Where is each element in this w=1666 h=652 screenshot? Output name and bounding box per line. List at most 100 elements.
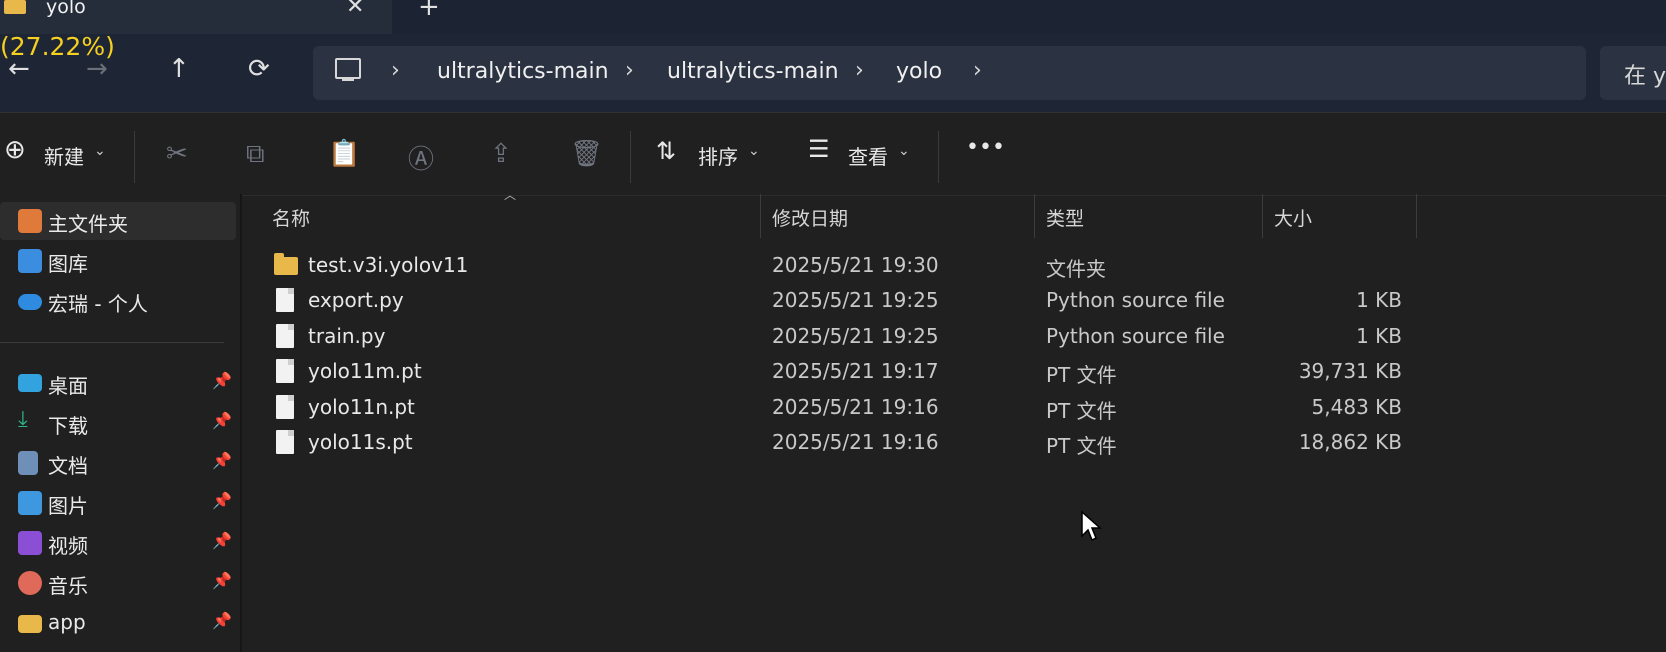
sidebar-item-desktop[interactable]: 桌面 📌 — [0, 364, 236, 402]
command-bar: ⊕ 新建 ⌄ ✂ ⧉ 📋 Ⓐ ⇪ 🗑 ⇅ 排序 ⌄ ☰ 查看 ⌄ ••• — [0, 112, 1666, 196]
gallery-icon — [18, 249, 42, 273]
file-type: Python source file — [1046, 288, 1225, 312]
sidebar-item-videos[interactable]: 视频 📌 — [0, 524, 236, 562]
chevron-down-icon[interactable]: ⌄ — [898, 143, 910, 159]
refresh-button[interactable]: ⟳ — [248, 54, 270, 84]
folder-icon — [18, 615, 42, 633]
file-name: train.py — [308, 324, 386, 348]
search-input[interactable]: 在 y — [1600, 46, 1666, 100]
up-button[interactable]: ↑ — [168, 54, 190, 84]
table-row[interactable]: test.v3i.yolov11 2025/5/21 19:30 文件夹 — [262, 249, 1412, 283]
column-header-size[interactable]: 大小 — [1274, 194, 1414, 240]
breadcrumb[interactable]: › ultralytics-main › ultralytics-main › … — [313, 46, 1586, 100]
tab-title: yolo — [46, 0, 86, 18]
file-size: 1 KB — [1356, 288, 1402, 312]
column-divider[interactable] — [1262, 194, 1263, 238]
delete-icon[interactable]: 🗑 — [570, 139, 603, 169]
sidebar-item-downloads[interactable]: ⤓ 下载 📌 — [0, 404, 236, 442]
column-divider[interactable] — [1416, 194, 1417, 238]
new-tab-button[interactable]: + — [418, 0, 440, 22]
pin-icon[interactable]: 📌 — [212, 611, 232, 630]
file-modified: 2025/5/21 19:25 — [772, 288, 939, 312]
table-row[interactable]: yolo11m.pt 2025/5/21 19:17 PT 文件 39,731 … — [262, 355, 1412, 389]
sidebar-item-label: app — [48, 610, 86, 634]
chevron-right-icon[interactable]: › — [973, 58, 982, 83]
pin-icon[interactable]: 📌 — [212, 411, 232, 430]
file-icon — [276, 324, 294, 348]
breadcrumb-item[interactable]: yolo — [896, 59, 942, 84]
chevron-right-icon[interactable]: › — [625, 58, 634, 83]
toolbar-divider — [134, 131, 135, 183]
pin-icon[interactable]: 📌 — [212, 531, 232, 550]
sidebar-item-label: 桌面 — [48, 374, 88, 398]
chevron-down-icon[interactable]: ⌄ — [94, 143, 106, 159]
column-divider[interactable] — [1034, 194, 1035, 238]
mouse-cursor-icon — [1081, 510, 1102, 542]
search-placeholder: 在 y — [1624, 64, 1666, 89]
sidebar-item-gallery[interactable]: 图库 — [0, 242, 236, 280]
computer-icon[interactable] — [335, 58, 361, 81]
file-name: export.py — [308, 288, 404, 312]
view-button[interactable]: 查看 — [848, 141, 888, 170]
folder-icon — [4, 0, 26, 14]
column-divider[interactable] — [760, 194, 761, 238]
sidebar-item-label: 图库 — [48, 252, 88, 276]
chevron-down-icon[interactable]: ⌄ — [748, 143, 760, 159]
toolbar-divider — [630, 131, 631, 183]
sidebar-item-onedrive[interactable]: 宏瑞 - 个人 — [0, 282, 236, 320]
column-header-label: 类型 — [1046, 208, 1085, 230]
copy-icon[interactable]: ⧉ — [246, 139, 265, 170]
close-tab-icon[interactable]: ✕ — [346, 0, 364, 19]
file-size: 39,731 KB — [1298, 359, 1402, 383]
chevron-right-icon[interactable]: › — [391, 58, 400, 83]
sidebar-item-pictures[interactable]: 图片 📌 — [0, 484, 236, 522]
sidebar-item-label: 主文件夹 — [48, 212, 128, 236]
column-header-modified[interactable]: 修改日期 — [772, 194, 1032, 240]
music-icon — [18, 571, 42, 595]
title-bar: yolo ✕ + — [0, 0, 1666, 34]
rename-icon[interactable]: Ⓐ — [408, 139, 434, 176]
column-header-label: 名称 — [272, 208, 311, 230]
file-modified: 2025/5/21 19:16 — [772, 395, 939, 419]
pane-divider[interactable] — [240, 194, 242, 652]
file-modified: 2025/5/21 19:16 — [772, 430, 939, 454]
table-row[interactable]: train.py 2025/5/21 19:25 Python source f… — [262, 320, 1412, 354]
more-options-icon[interactable]: ••• — [966, 135, 1005, 160]
file-name: test.v3i.yolov11 — [308, 253, 469, 277]
sidebar-item-home[interactable]: 主文件夹 — [0, 202, 236, 240]
sort-icon: ⇅ — [656, 137, 677, 165]
new-button[interactable]: 新建 — [44, 141, 84, 170]
toolbar-divider — [938, 131, 939, 183]
table-row[interactable]: export.py 2025/5/21 19:25 Python source … — [262, 284, 1412, 318]
table-row[interactable]: yolo11s.pt 2025/5/21 19:16 PT 文件 18,862 … — [262, 426, 1412, 460]
pin-icon[interactable]: 📌 — [212, 371, 232, 390]
home-icon — [18, 209, 42, 233]
sort-button[interactable]: 排序 — [698, 141, 738, 170]
file-name: yolo11n.pt — [308, 395, 415, 419]
videos-icon — [18, 531, 42, 555]
sidebar-item-label: 音乐 — [48, 574, 88, 598]
breadcrumb-item[interactable]: ultralytics-main — [667, 59, 839, 84]
sidebar-item-label: 文档 — [48, 454, 88, 478]
sidebar-item-label: 下载 — [48, 414, 88, 438]
pin-icon[interactable]: 📌 — [212, 451, 232, 470]
table-row[interactable]: yolo11n.pt 2025/5/21 19:16 PT 文件 5,483 K… — [262, 391, 1412, 425]
sidebar-item-music[interactable]: 音乐 📌 — [0, 564, 236, 602]
pin-icon[interactable]: 📌 — [212, 571, 232, 590]
sidebar-item-label: 视频 — [48, 534, 88, 558]
pin-icon[interactable]: 📌 — [212, 491, 232, 510]
file-icon — [276, 395, 294, 419]
cut-icon[interactable]: ✂ — [166, 139, 188, 169]
sidebar-item-label: 宏瑞 - 个人 — [48, 292, 148, 316]
paste-icon[interactable]: 📋 — [328, 139, 360, 169]
share-icon[interactable]: ⇪ — [490, 139, 512, 169]
column-header-name[interactable]: 名称 — [272, 194, 760, 240]
tab-yolo[interactable]: yolo ✕ — [0, 0, 392, 34]
sidebar-item-app[interactable]: app 📌 — [0, 604, 236, 642]
view-icon: ☰ — [808, 135, 830, 163]
chevron-right-icon[interactable]: › — [855, 58, 864, 83]
breadcrumb-item[interactable]: ultralytics-main — [437, 59, 609, 84]
documents-icon — [18, 451, 38, 475]
sidebar-item-documents[interactable]: 文档 📌 — [0, 444, 236, 482]
column-header-type[interactable]: 类型 — [1046, 194, 1260, 240]
